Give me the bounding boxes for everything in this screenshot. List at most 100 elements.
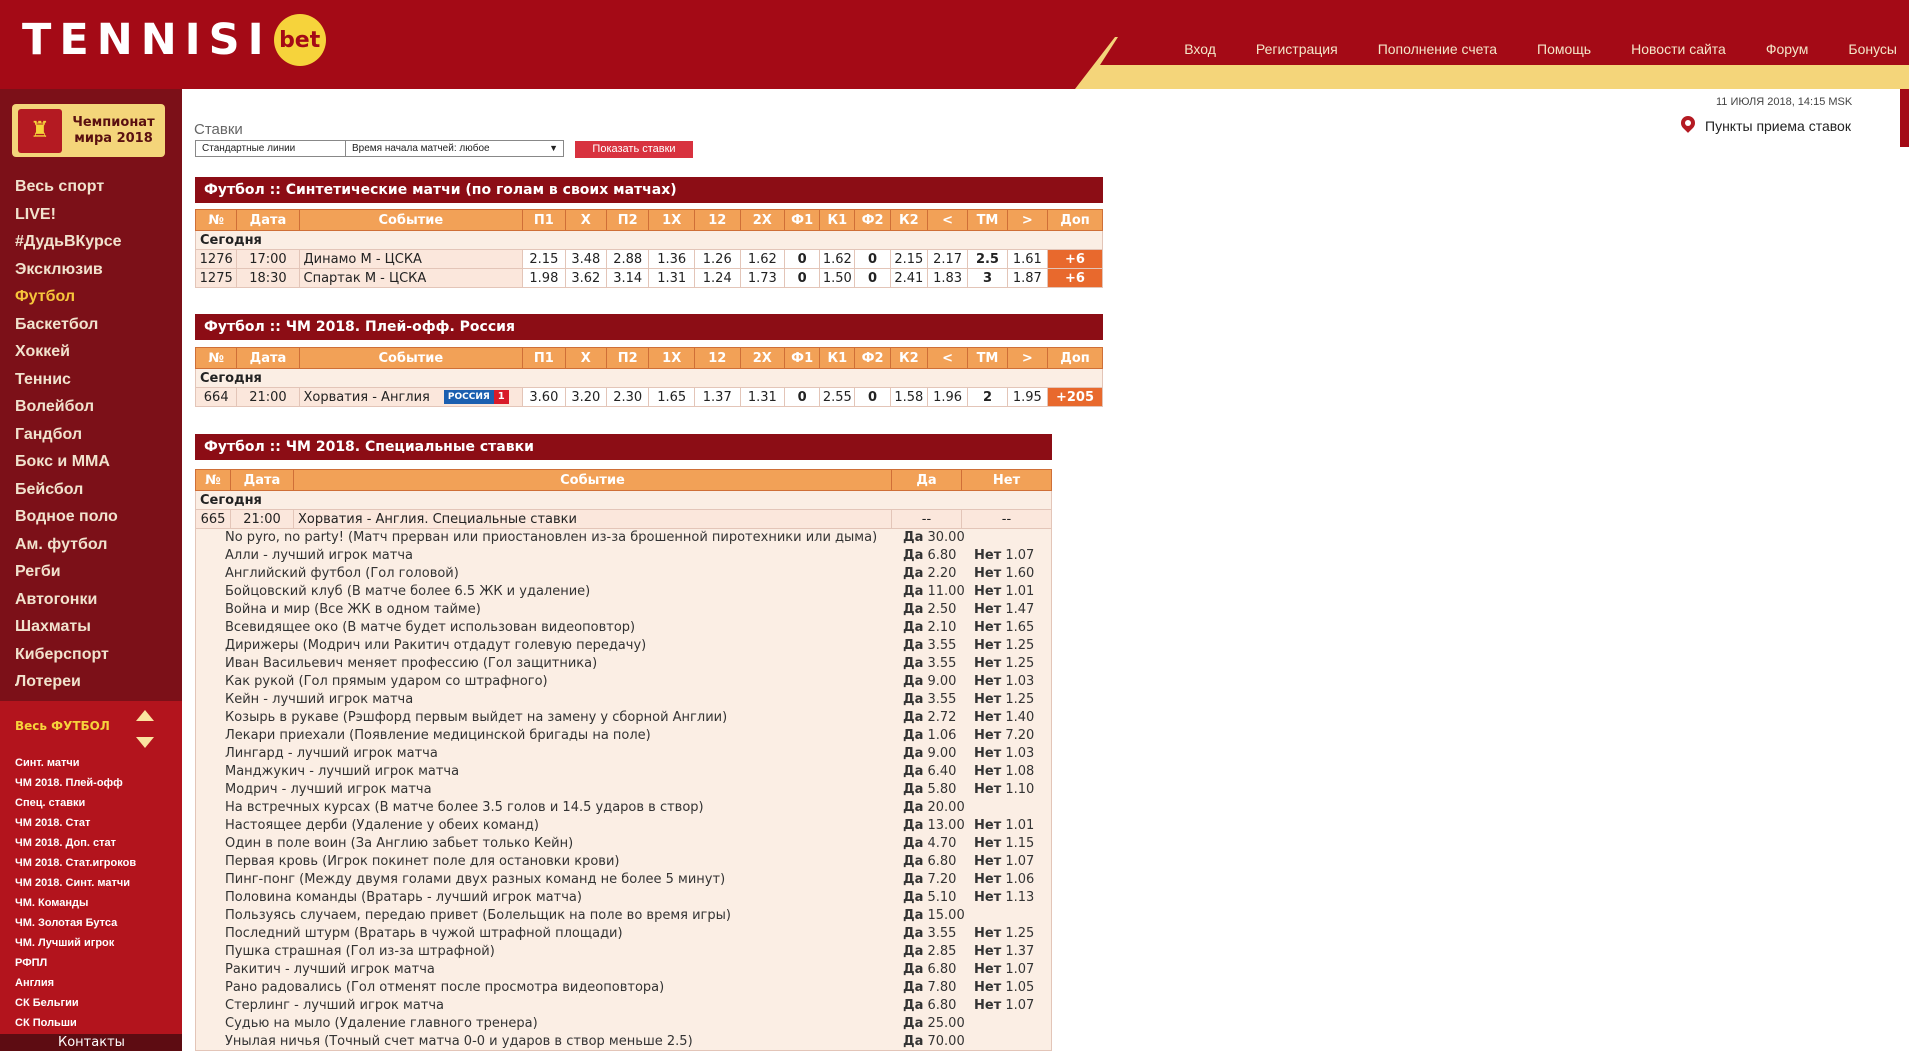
odds-cell[interactable]: 1.95 xyxy=(1006,387,1049,407)
sports-menu-item[interactable]: Теннис xyxy=(15,366,122,394)
bet-yes[interactable]: Да 7.80 xyxy=(903,979,956,997)
sports-menu-item[interactable]: Лотереи xyxy=(15,668,122,696)
special-bet-row[interactable]: Первая кровь (Игрок покинет поле для ост… xyxy=(196,853,1051,871)
sports-menu-item[interactable]: Киберспорт xyxy=(15,641,122,669)
bet-yes[interactable]: Да 6.80 xyxy=(903,853,956,871)
bet-no[interactable]: Нет 1.05 xyxy=(974,979,1034,997)
special-bet-row[interactable]: Пушка страшная (Гол из-за штрафной) Да 2.… xyxy=(196,943,1051,961)
event-name[interactable]: Спартак М - ЦСКА xyxy=(298,268,524,288)
football-submenu-item[interactable]: СК Польши xyxy=(15,1013,136,1033)
bet-yes[interactable]: Да 5.80 xyxy=(903,781,956,799)
odds-cell[interactable]: 3.62 xyxy=(564,268,608,288)
special-bet-row[interactable]: No pyro, no party! (Матч прерван или при… xyxy=(196,529,1051,547)
bet-yes[interactable]: Да 3.55 xyxy=(903,637,956,655)
more-bets-button[interactable]: +6 xyxy=(1047,268,1103,288)
match-row[interactable]: 1275 18:30 Спартак М - ЦСКА 1.98 3.62 3.14 1.3… xyxy=(194,268,1103,288)
sports-menu-item[interactable]: Бейсбол xyxy=(15,476,122,504)
bet-no[interactable]: Нет 1.03 xyxy=(974,673,1034,691)
world-cup-banner[interactable]: ♜ Чемпионат мира 2018 xyxy=(12,104,165,157)
odds-cell[interactable]: 3.48 xyxy=(564,249,608,269)
odds-cell[interactable]: 1.73 xyxy=(739,268,786,288)
sports-menu-item[interactable]: Эксклюзив xyxy=(15,256,122,284)
odds-cell[interactable]: 1.61 xyxy=(1006,249,1049,269)
odds-cell[interactable]: 2.55 xyxy=(819,387,856,407)
bet-no[interactable]: Нет 1.10 xyxy=(974,781,1034,799)
sports-menu-item[interactable]: Регби xyxy=(15,558,122,586)
odds-cell[interactable]: 1.58 xyxy=(889,387,928,407)
odds-cell[interactable]: 1.24 xyxy=(693,268,741,288)
odds-cell[interactable]: 1.36 xyxy=(648,249,695,269)
show-bets-button[interactable]: Показать ставки xyxy=(575,141,693,158)
odds-cell[interactable]: 1.62 xyxy=(739,249,786,269)
bet-yes[interactable]: Да 9.00 xyxy=(903,745,956,763)
football-submenu-item[interactable]: ЧМ. Лучший игрок xyxy=(15,933,136,953)
football-submenu-item[interactable]: ЧМ 2018. Синт. матчи xyxy=(15,873,136,893)
sports-menu-item[interactable]: Хоккей xyxy=(15,338,122,366)
bet-yes[interactable]: Да 11.00 xyxy=(903,583,965,601)
special-bet-row[interactable]: Иван Васильевич меняет профессию (Гол за… xyxy=(196,655,1051,673)
bet-no[interactable]: Нет 1.15 xyxy=(974,835,1034,853)
special-bet-row[interactable]: Манджукич - лучший игрок матча Да 6.40 Нет… xyxy=(196,763,1051,781)
special-bet-row[interactable]: Война и мир (Все ЖК в одном тайме) Да 2.5… xyxy=(196,601,1051,619)
special-bet-row[interactable]: Стерлинг - лучший игрок матча Да 6.80 Нет … xyxy=(196,997,1051,1015)
sports-menu-item[interactable]: Шахматы xyxy=(15,613,122,641)
odds-cell[interactable]: 2.30 xyxy=(605,387,650,407)
bet-yes[interactable]: Да 3.55 xyxy=(903,691,956,709)
bet-no[interactable]: Нет 1.08 xyxy=(974,763,1034,781)
bet-yes[interactable]: Да 4.70 xyxy=(903,835,956,853)
football-menu-title[interactable]: Весь ФУТБОЛ xyxy=(15,719,110,733)
event-name[interactable]: Хорватия - Англия. Специальные ставки xyxy=(293,509,892,529)
bet-no[interactable]: Нет 1.25 xyxy=(974,637,1034,655)
bet-no[interactable]: Нет 1.01 xyxy=(974,583,1034,601)
bet-no[interactable]: Нет 1.13 xyxy=(974,889,1034,907)
special-bet-row[interactable]: Английский футбол (Гол головой) Да 2.20 Не… xyxy=(196,565,1051,583)
bet-no[interactable]: Нет 1.47 xyxy=(974,601,1034,619)
odds-cell[interactable]: 1.31 xyxy=(739,387,786,407)
bet-no[interactable]: Нет 1.25 xyxy=(974,925,1034,943)
odds-cell[interactable]: 3.20 xyxy=(564,387,608,407)
special-bet-row[interactable]: Алли - лучший игрок матча Да 6.80 Нет 1.07 xyxy=(196,547,1051,565)
sports-menu-item[interactable]: LIVE! xyxy=(15,201,122,229)
bet-no[interactable]: Нет 1.07 xyxy=(974,997,1034,1015)
nav-link[interactable]: Бонусы xyxy=(1848,41,1897,57)
odds-cell[interactable]: 0 xyxy=(854,268,891,288)
odds-cell[interactable]: 1.98 xyxy=(522,268,566,288)
bet-no[interactable]: Нет 1.03 xyxy=(974,745,1034,763)
special-bet-row[interactable]: Как рукой (Гол прямым ударом со штрафног… xyxy=(196,673,1051,691)
special-bet-row[interactable]: Пользуясь случаем, передаю привет (Болел… xyxy=(196,907,1051,925)
special-bet-row[interactable]: Судью на мыло (Удаление главного тренера… xyxy=(196,1015,1051,1033)
bet-yes[interactable]: Да 2.20 xyxy=(903,565,956,583)
special-bet-row[interactable]: Пинг-понг (Между двумя голами двух разны… xyxy=(196,871,1051,889)
odds-cell[interactable]: 1.26 xyxy=(693,249,741,269)
football-submenu-item[interactable]: ЧМ. Золотая Бутса xyxy=(15,913,136,933)
match-row[interactable]: 664 21:00 Хорватия - Англия РОССИЯ 1 3.60 3.20… xyxy=(194,387,1103,407)
more-bets-button[interactable]: +205 xyxy=(1047,387,1103,407)
event-name[interactable]: Хорватия - Англия РОССИЯ 1 xyxy=(298,387,524,407)
sports-menu-item[interactable]: #ДудьВКурсе xyxy=(15,228,122,256)
special-bet-row[interactable]: На встречных курсах (В матче более 3.5 г… xyxy=(196,799,1051,817)
bet-yes[interactable]: Да 2.72 xyxy=(903,709,956,727)
odds-cell[interactable]: 1.37 xyxy=(693,387,741,407)
special-event-row[interactable]: 665 21:00 Хорватия - Англия. Специальные… xyxy=(195,509,1052,529)
nav-link[interactable]: Новости сайта xyxy=(1631,41,1726,57)
contacts-link[interactable]: Контакты xyxy=(0,1034,182,1051)
sports-menu-item[interactable]: Бокс и ММА xyxy=(15,448,122,476)
bet-yes[interactable]: Да 15.00 xyxy=(903,907,965,925)
football-submenu-item[interactable]: ЧМ 2018. Плей-офф xyxy=(15,773,136,793)
more-bets-button[interactable]: +6 xyxy=(1047,249,1103,269)
football-submenu-item[interactable]: ЧМ 2018. Стат xyxy=(15,813,136,833)
bet-no[interactable]: Нет 1.06 xyxy=(974,871,1034,889)
bet-yes[interactable]: Да 3.55 xyxy=(903,655,956,673)
bet-yes[interactable]: Да 6.40 xyxy=(903,763,956,781)
bet-yes[interactable]: Да 2.50 xyxy=(903,601,956,619)
bet-yes[interactable]: Да 30.00 xyxy=(903,529,965,547)
odds-cell[interactable]: 1.65 xyxy=(648,387,695,407)
odds-cell[interactable]: 2.41 xyxy=(889,268,928,288)
sports-menu-item[interactable]: Ам. футбол xyxy=(15,531,122,559)
special-bet-row[interactable]: Модрич - лучший игрок матча Да 5.80 Нет 1.… xyxy=(196,781,1051,799)
match-row[interactable]: 1276 17:00 Динамо М - ЦСКА 2.15 3.48 2.88 1.36… xyxy=(194,249,1103,269)
nav-link[interactable]: Помощь xyxy=(1537,41,1591,57)
sports-menu-item[interactable]: Волейбол xyxy=(15,393,122,421)
bet-yes[interactable]: Да 3.55 xyxy=(903,925,956,943)
special-bet-row[interactable]: Половина команды (Вратарь - лучший игрок… xyxy=(196,889,1051,907)
